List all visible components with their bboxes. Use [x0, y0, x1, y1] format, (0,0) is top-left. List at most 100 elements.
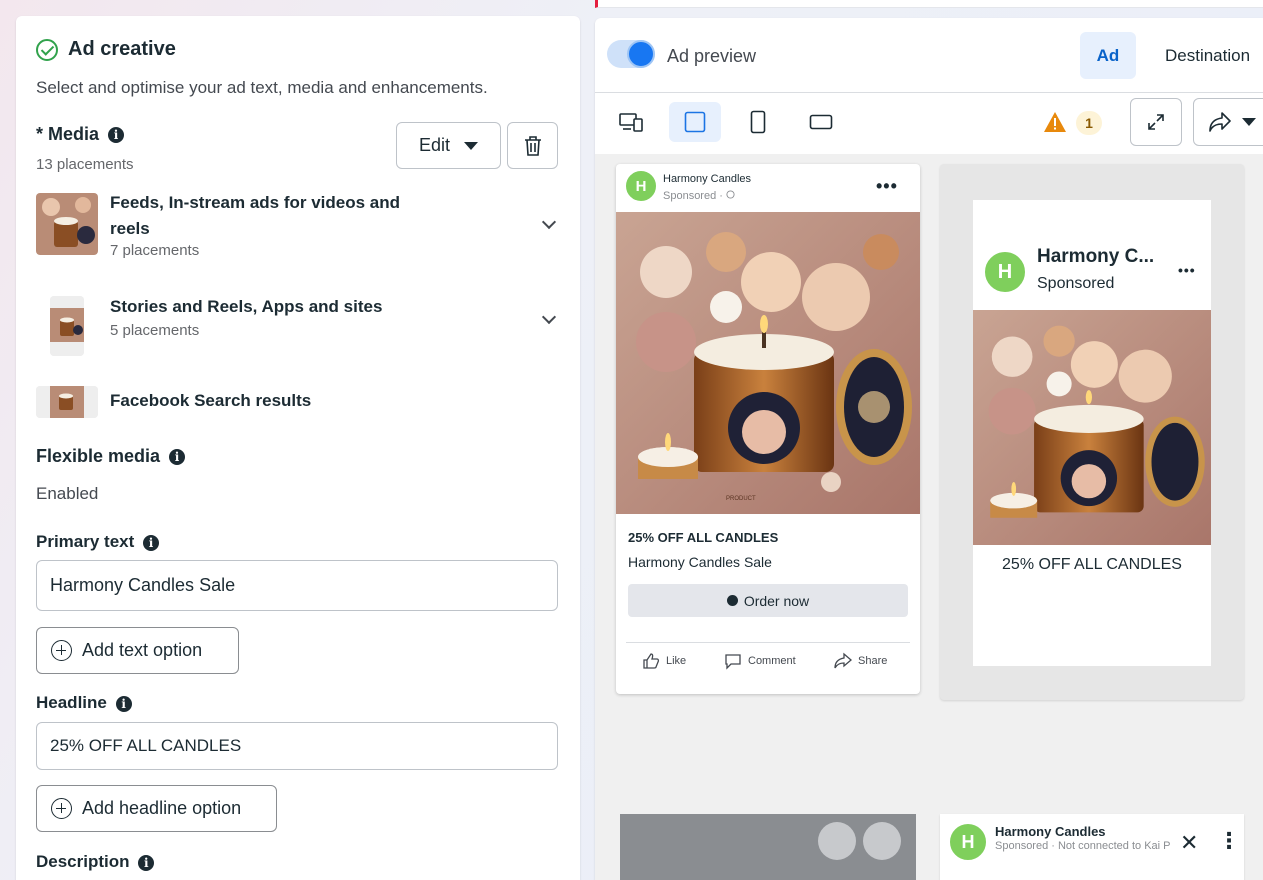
headline-label: Headline i — [36, 693, 132, 713]
flexible-media-label: Flexible media i — [36, 446, 186, 467]
placement-thumbnail — [36, 386, 98, 418]
expand-icon — [1148, 114, 1164, 130]
globe-icon — [726, 190, 735, 199]
landscape-format-button[interactable] — [795, 102, 847, 142]
plus-circle-icon — [51, 798, 72, 819]
info-icon[interactable]: i — [138, 854, 155, 871]
ad-preview-label: Ad preview — [667, 46, 757, 66]
placement-count: 5 placements — [110, 322, 200, 339]
more-vertical-icon[interactable]: ⋮ — [1218, 828, 1240, 854]
ad-preview-panel: Ad preview Ad Destination 1 H Harmony Ca… — [595, 18, 1263, 880]
more-options-icon[interactable]: ••• — [1178, 262, 1196, 278]
top-status-strip — [595, 0, 1263, 8]
tab-ad[interactable]: Ad — [1080, 32, 1136, 79]
edit-label: Edit — [418, 135, 451, 155]
media-label: * Media i — [36, 124, 125, 145]
flexible-media-value: Enabled — [36, 484, 99, 503]
page-avatar: H — [948, 822, 988, 862]
preview-canvas: H Harmony Candles Sponsored · ••• PRODUC… — [595, 154, 1263, 880]
ad-image — [973, 310, 1211, 545]
vertical-format-button[interactable] — [732, 102, 784, 142]
warning-count-badge: 1 — [1076, 111, 1102, 135]
comment-icon — [725, 654, 741, 670]
primary-text-value: Harmony Candles Sale — [50, 575, 236, 595]
expand-preview-button[interactable] — [1130, 98, 1182, 146]
headline-value: 25% OFF ALL CANDLES — [50, 736, 242, 755]
placement-title: Feeds, In-stream ads for videos and reel… — [110, 193, 401, 238]
info-icon[interactable]: i — [169, 449, 186, 466]
story-ad-preview: H Harmony C... Sponsored ••• 25% OFF ALL… — [940, 164, 1244, 700]
delete-media-button[interactable] — [507, 122, 558, 169]
square-icon — [684, 111, 706, 133]
page-avatar: H — [624, 169, 658, 203]
page-name: Harmony Candles — [663, 173, 752, 185]
image-caption: PRODUCT — [726, 496, 756, 502]
trash-icon — [524, 135, 541, 156]
primary-text-label-text: Primary text — [36, 532, 135, 551]
share-action[interactable]: Share — [834, 652, 887, 670]
chevron-down-icon[interactable] — [541, 214, 557, 230]
divider — [626, 642, 910, 643]
comment-label: Comment — [748, 655, 796, 667]
story-card: H Harmony C... Sponsored ••• 25% OFF ALL… — [973, 200, 1211, 666]
video-preview-card — [620, 814, 916, 880]
close-icon[interactable]: ✕ — [1180, 830, 1198, 856]
edit-media-button[interactable]: Edit — [396, 122, 501, 169]
ad-preview-toggle[interactable] — [607, 40, 655, 68]
info-icon[interactable]: i — [143, 534, 160, 551]
toggle-knob — [627, 40, 655, 68]
tab-destination[interactable]: Destination — [1165, 46, 1250, 66]
share-icon — [1209, 112, 1231, 132]
caret-down-icon — [1242, 118, 1256, 126]
ad-headline: 25% OFF ALL CANDLES — [1002, 556, 1182, 573]
share-label: Share — [858, 655, 888, 667]
all-devices-button[interactable] — [605, 102, 657, 142]
description-label-text: Description — [36, 852, 130, 871]
like-label: Like — [666, 655, 687, 667]
section-subtitle: Select and optimise your ad text, media … — [36, 78, 488, 97]
flexible-media-label-text: Flexible media — [36, 446, 161, 466]
like-action[interactable]: Like — [642, 652, 686, 670]
share-preview-button[interactable] — [1193, 98, 1263, 146]
media-placement-count: 13 placements — [36, 156, 134, 173]
page-name: Harmony Candles — [995, 824, 1106, 839]
square-format-button[interactable] — [669, 102, 721, 142]
warning-icon[interactable] — [1043, 111, 1067, 133]
primary-text-input[interactable]: Harmony Candles Sale — [36, 560, 558, 611]
add-headline-option-button[interactable]: Add headline option — [36, 785, 277, 832]
search-preview-card: H Harmony Candles Sponsored · Not connec… — [940, 814, 1244, 880]
section-header: Ad creative — [36, 38, 176, 61]
info-icon[interactable]: i — [115, 695, 132, 712]
placement-title: Facebook Search results — [110, 391, 312, 410]
sponsored-label: Sponsored · Not connected to Kai Plus · — [995, 840, 1170, 852]
order-now-button[interactable]: Order now — [628, 584, 908, 617]
chevron-down-icon[interactable] — [541, 309, 557, 325]
page-avatar: H — [983, 250, 1027, 294]
headline-input[interactable]: 25% OFF ALL CANDLES — [36, 722, 558, 770]
add-text-option-button[interactable]: Add text option — [36, 627, 239, 674]
comment-action[interactable]: Comment — [724, 652, 796, 670]
ad-image: PRODUCT — [616, 212, 920, 514]
ad-primary-text: Harmony Candles Sale — [628, 554, 772, 570]
primary-text-label: Primary text i — [36, 532, 160, 552]
check-circle-icon — [36, 38, 58, 61]
headline-label-text: Headline — [36, 693, 107, 712]
add-text-option-label: Add text option — [82, 640, 203, 660]
placement-search-results[interactable]: Facebook Search results — [36, 384, 558, 418]
placement-thumbnail — [50, 296, 84, 356]
placement-thumbnail — [36, 193, 98, 255]
plus-circle-icon — [51, 640, 72, 661]
add-headline-option-label: Add headline option — [82, 798, 242, 818]
caret-down-icon — [464, 141, 479, 150]
placement-stories-reels[interactable]: Stories and Reels, Apps and sites 5 plac… — [36, 296, 558, 356]
placement-feeds[interactable]: Feeds, In-stream ads for videos and reel… — [36, 190, 558, 260]
mobile-icon — [750, 110, 766, 134]
sponsored-label: Sponsored — [1037, 275, 1115, 292]
info-icon[interactable]: i — [108, 127, 125, 144]
more-options-icon[interactable]: ••• — [876, 176, 898, 197]
share-icon — [834, 652, 852, 669]
page-name: Harmony C... — [1037, 246, 1155, 267]
ad-headline: 25% OFF ALL CANDLES — [628, 530, 779, 545]
placement-title: Stories and Reels, Apps and sites — [110, 297, 383, 316]
media-label-text: * Media — [36, 124, 100, 144]
